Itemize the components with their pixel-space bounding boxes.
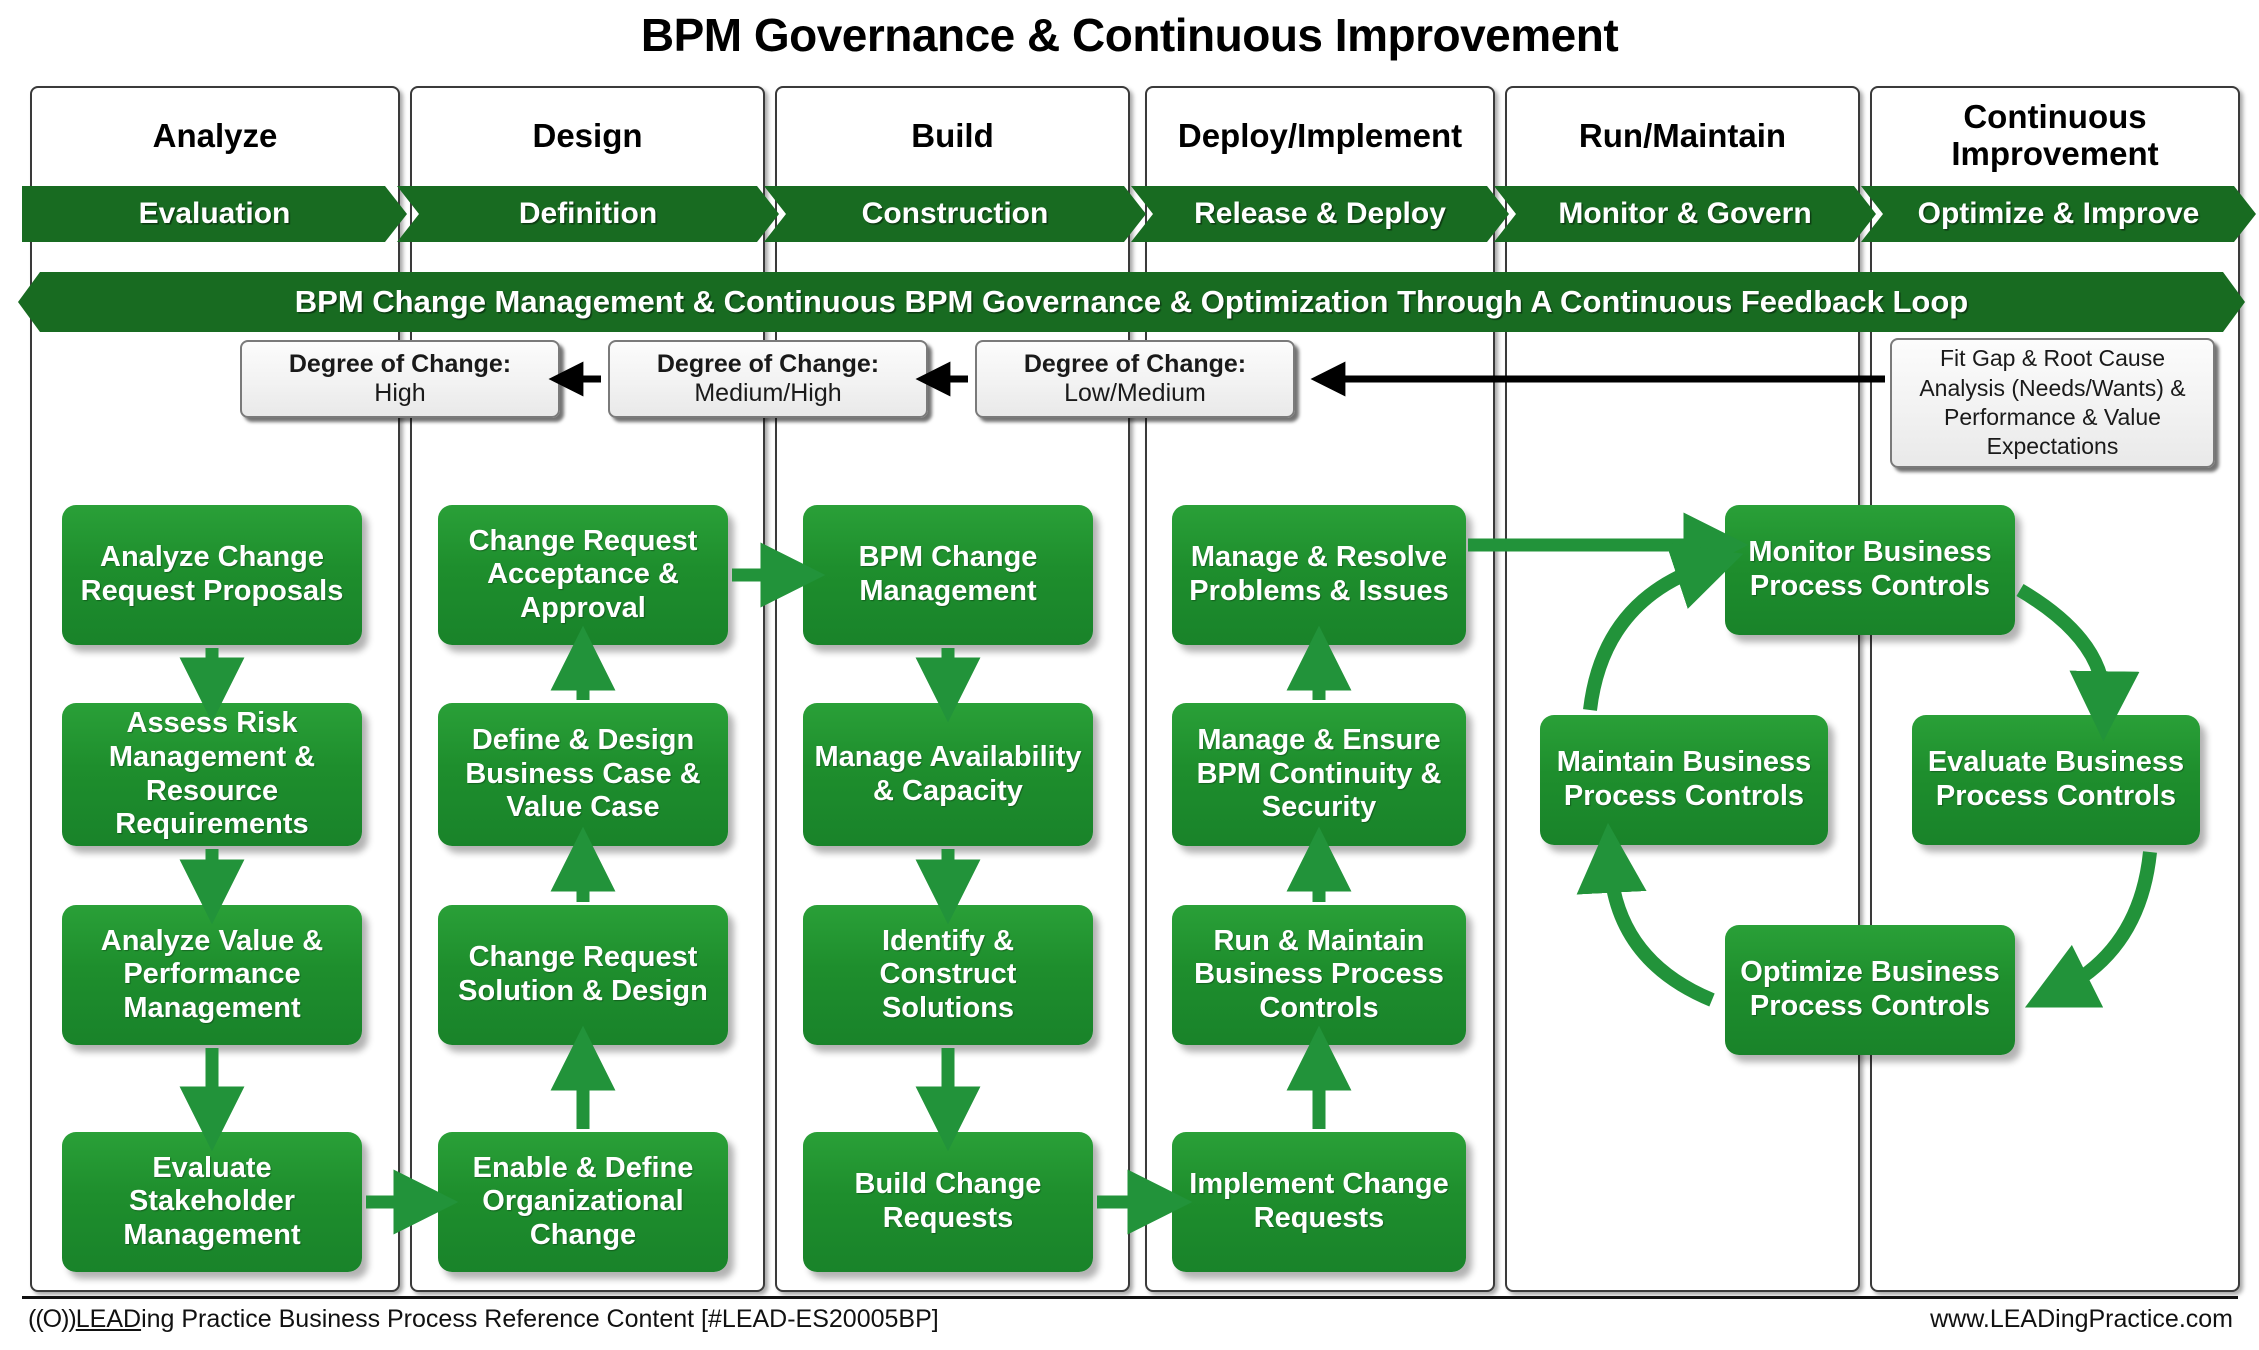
process-box-change-request-acceptance-approval[interactable]: Change Request Acceptance & Approval [438,505,728,645]
phase-chevron-optimize-improve[interactable]: Optimize & Improve [1861,186,2256,242]
degree-of-change-medium-high-value: Medium/High [694,379,842,407]
process-box-label: Change Request Solution & Design [458,941,708,1007]
process-box-label: Analyze Value & Performance Management [100,924,324,1024]
phase-chevron-release-deploy[interactable]: Release & Deploy [1131,186,1509,242]
phase-label-release-deploy: Release & Deploy [1194,197,1446,230]
phase-chevron-definition[interactable]: Definition [397,186,779,242]
process-box-label: Manage Availability & Capacity [814,740,1082,807]
column-panel-run: Run/Maintain [1505,86,1860,1292]
column-panel-deploy: Deploy/Implement [1145,86,1495,1292]
process-box-label: Analyze Change Request Proposals [80,541,344,607]
process-box-evaluate-stakeholder-management[interactable]: Evaluate Stakeholder Management [62,1132,362,1272]
process-box-manage-resolve-problems-issues[interactable]: Manage & Resolve Problems & Issues [1172,505,1466,645]
process-box-evaluate-business-process-controls[interactable]: Evaluate Business Process Controls [1912,715,2200,845]
footer-website[interactable]: www.LEADingPractice.com [1930,1305,2233,1334]
phase-label-evaluation: Evaluation [138,197,291,230]
process-box-label: Optimize Business Process Controls [1740,956,2000,1022]
process-box-label: Maintain Business Process Controls [1556,746,1812,812]
phase-chevron-construction[interactable]: Construction [764,186,1146,242]
column-title-analyze: Analyze [152,116,278,154]
degree-of-change-high-value: High [374,379,426,407]
process-box-monitor-business-process-controls[interactable]: Monitor Business Process Controls [1725,505,2015,635]
leading-practice-logo-icon: ((O)) [28,1305,77,1333]
process-box-analyze-value-performance-management[interactable]: Analyze Value & Performance Management [62,905,362,1045]
feedback-loop-banner-label: BPM Change Management & Continuous BPM G… [294,284,1969,319]
process-box-label: Evaluate Stakeholder Management [123,1151,301,1251]
process-box-identify-construct-solutions[interactable]: Identify & Construct Solutions [803,905,1093,1045]
process-box-label: Identify & Construct Solutions [879,924,1017,1024]
process-box-assess-risk-management[interactable]: Assess Risk Management & Resource Requir… [62,703,362,846]
column-title-run: Run/Maintain [1578,116,1787,154]
process-box-run-maintain-business-process-controls[interactable]: Run & Maintain Business Process Controls [1172,905,1466,1045]
process-box-optimize-business-process-controls[interactable]: Optimize Business Process Controls [1725,925,2015,1055]
degree-of-change-high: Degree of Change: High [240,340,560,418]
phase-label-construction: Construction [861,197,1049,230]
process-box-label: Manage & Ensure BPM Continuity & Securit… [1196,724,1442,824]
column-title-continuous-improvement: Continuous Improvement [1951,98,2159,172]
process-box-implement-change-requests[interactable]: Implement Change Requests [1172,1132,1466,1272]
footer-credit: ((O))LEADing Practice Business Process R… [28,1305,939,1334]
column-panel-build: Build [775,86,1130,1292]
column-panel-analyze: Analyze [30,86,400,1292]
process-box-enable-define-organizational-change[interactable]: Enable & Define Organizational Change [438,1132,728,1272]
process-box-bpm-change-management[interactable]: BPM Change Management [803,505,1093,645]
process-box-manage-availability-capacity[interactable]: Manage Availability & Capacity [803,703,1093,846]
diagram-canvas: BPM Governance & Continuous Improvement … [0,0,2259,1350]
process-box-label: Evaluate Business Process Controls [1927,746,2185,812]
process-box-maintain-business-process-controls[interactable]: Maintain Business Process Controls [1540,715,1828,845]
phase-chevron-monitor-govern[interactable]: Monitor & Govern [1494,186,1876,242]
phase-chevron-bar: Evaluation Definition Construction Relea… [0,186,2259,242]
footer-divider [22,1296,2238,1299]
footer-credit-lead: LEAD [75,1305,142,1333]
process-box-build-change-requests[interactable]: Build Change Requests [803,1132,1093,1272]
phase-label-optimize-improve: Optimize & Improve [1917,197,2200,230]
process-box-label: Run & Maintain Business Process Controls [1194,924,1444,1024]
column-title-build: Build [911,116,994,154]
degree-of-change-high-label: Degree of Change: [288,350,512,379]
process-box-label: Manage & Resolve Problems & Issues [1189,541,1449,607]
process-box-label: Define & Design Business Case & Value Ca… [465,724,701,824]
process-box-define-design-business-case[interactable]: Define & Design Business Case & Value Ca… [438,703,728,846]
column-title-deploy: Deploy/Implement [1177,116,1463,154]
column-title-design: Design [532,116,643,154]
footer-credit-rest: ing Practice Business Process Reference … [141,1305,939,1333]
process-box-label: Monitor Business Process Controls [1748,536,1992,602]
fit-gap-root-cause-box: Fit Gap & Root Cause Analysis (Needs/Wan… [1890,338,2215,468]
process-box-label: Build Change Requests [854,1168,1042,1234]
process-box-label: Assess Risk Management & Resource Requir… [108,707,316,841]
degree-of-change-medium-high: Degree of Change: Medium/High [608,340,928,418]
page-title: BPM Governance & Continuous Improvement [640,9,1619,61]
degree-of-change-medium-high-label: Degree of Change: [656,350,880,379]
process-box-change-request-solution-design[interactable]: Change Request Solution & Design [438,905,728,1045]
phase-label-definition: Definition [518,197,658,230]
phase-chevron-evaluation[interactable]: Evaluation [22,186,407,242]
phase-label-monitor-govern: Monitor & Govern [1558,197,1812,230]
process-box-label: Change Request Acceptance & Approval [468,524,698,624]
process-box-label: BPM Change Management [858,541,1038,607]
process-box-manage-ensure-bpm-continuity-security[interactable]: Manage & Ensure BPM Continuity & Securit… [1172,703,1466,846]
process-box-analyze-change-request-proposals[interactable]: Analyze Change Request Proposals [62,505,362,645]
feedback-loop-banner: BPM Change Management & Continuous BPM G… [18,272,2245,332]
column-panel-design: Design [410,86,765,1292]
column-panel-continuous-improvement: Continuous Improvement [1870,86,2240,1292]
degree-of-change-low-medium-value: Low/Medium [1064,379,1206,407]
degree-of-change-low-medium: Degree of Change: Low/Medium [975,340,1295,418]
degree-of-change-low-medium-label: Degree of Change: [1023,350,1247,379]
process-box-label: Implement Change Requests [1189,1168,1449,1234]
fit-gap-root-cause-label: Fit Gap & Root Cause Analysis (Needs/Wan… [1919,345,2186,460]
process-box-label: Enable & Define Organizational Change [472,1151,694,1251]
